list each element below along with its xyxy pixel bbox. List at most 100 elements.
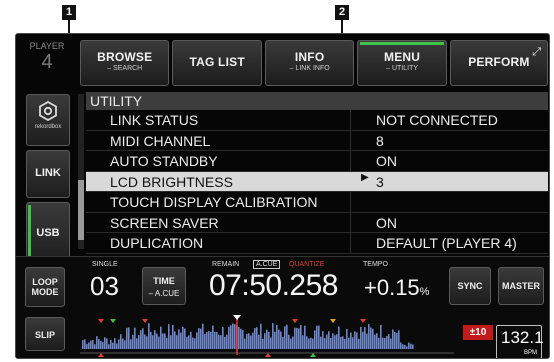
- waveform-bar: [94, 344, 96, 349]
- loop-mode-line2: MODE: [31, 287, 59, 297]
- utility-row-link-status[interactable]: LINK STATUS NOT CONNECTED: [86, 110, 548, 131]
- waveform-bar: [102, 342, 104, 349]
- waveform-bar: [404, 344, 406, 349]
- column-divider: [350, 192, 351, 212]
- top-navigation: BROWSE – SEARCH TAG LIST INFO – LINK INF…: [80, 40, 549, 86]
- waveform-bar: [380, 324, 382, 349]
- waveform-bar: [384, 337, 386, 349]
- column-divider: [350, 212, 351, 232]
- column-divider: [350, 110, 351, 130]
- list-scrollbar[interactable]: [78, 94, 84, 249]
- browse-button[interactable]: BROWSE – SEARCH: [80, 40, 170, 86]
- waveform-bar: [410, 343, 412, 349]
- waveform-bar: [290, 338, 292, 349]
- utility-row-screen-saver[interactable]: SCREEN SAVER ON: [86, 212, 548, 233]
- waveform-bar: [168, 324, 170, 349]
- waveform-bar: [394, 331, 396, 349]
- usb-source-button[interactable]: USB: [26, 202, 70, 264]
- waveform-bar: [268, 331, 270, 349]
- sync-button[interactable]: SYNC: [449, 267, 491, 305]
- menu-button[interactable]: MENU – UTILITY: [357, 40, 447, 86]
- waveform-bar: [374, 334, 376, 349]
- waveform-bar: [122, 338, 124, 349]
- waveform-bar: [412, 344, 414, 349]
- waveform-bar: [332, 333, 334, 349]
- browse-sub: – SEARCH: [107, 65, 143, 72]
- time-label: TIME: [153, 276, 175, 286]
- scrollbar-thumb[interactable]: [78, 180, 84, 240]
- waveform-bar: [294, 327, 296, 349]
- waveform-bar: [248, 333, 250, 349]
- waveform-bar: [266, 329, 268, 349]
- waveform-bar: [322, 331, 324, 349]
- waveform-bar: [280, 331, 282, 349]
- track-number: 03: [90, 271, 119, 301]
- waveform-bar: [96, 336, 98, 349]
- rekordbox-source-button[interactable]: rekordbox: [26, 94, 70, 146]
- link-source-button[interactable]: LINK: [26, 150, 70, 198]
- waveform-bar: [182, 326, 184, 349]
- info-label: INFO: [294, 50, 325, 64]
- row-value: DEFAULT (PLAYER 4): [376, 235, 517, 251]
- info-button[interactable]: INFO – LINK INFO: [264, 40, 355, 86]
- waveform-bar: [148, 323, 150, 349]
- browse-label: BROWSE: [97, 50, 153, 64]
- waveform-bar: [138, 335, 140, 349]
- utility-row-lcd-brightness[interactable]: LCD BRIGHTNESS ▶ 3: [86, 171, 548, 192]
- waveform-bar: [306, 336, 308, 349]
- waveform-bar: [304, 325, 306, 349]
- row-value: NOT CONNECTED: [376, 112, 498, 128]
- waveform-overview[interactable]: [80, 309, 454, 359]
- waveform-bar: [314, 330, 316, 349]
- waveform-bar: [264, 333, 266, 349]
- utility-header: UTILITY: [86, 92, 548, 110]
- player-label: PLAYER: [29, 41, 65, 51]
- utility-row-midi-channel[interactable]: MIDI CHANNEL 8: [86, 130, 548, 151]
- cue-marker-icon: [98, 319, 104, 323]
- waveform-bar: [308, 338, 310, 349]
- waveform-bar: [158, 336, 160, 349]
- waveform-bar: [120, 334, 122, 349]
- playhead-triangle-icon: [233, 315, 241, 320]
- cue-marker-icon: [265, 353, 271, 357]
- utility-row-auto-standby[interactable]: AUTO STANDBY ON: [86, 151, 548, 172]
- waveform-bar: [312, 338, 314, 349]
- waveform-bar: [150, 331, 152, 349]
- waveform-bar: [230, 325, 232, 349]
- row-value: ON: [376, 214, 397, 231]
- waveform-bar: [106, 338, 108, 349]
- waveform-bar: [166, 337, 168, 349]
- perform-button[interactable]: PERFORM ⤢: [449, 40, 549, 86]
- waveform-bar: [276, 325, 278, 349]
- player-number: 4: [41, 51, 53, 73]
- slip-button[interactable]: SLIP: [25, 317, 65, 351]
- waveform-bar: [292, 336, 294, 349]
- waveform-bar: [174, 331, 176, 349]
- master-button[interactable]: MASTER: [498, 267, 544, 305]
- tag-list-button[interactable]: TAG LIST: [172, 40, 262, 86]
- expand-icon: ⤢: [532, 45, 542, 58]
- utility-row-duplication[interactable]: DUPLICATION DEFAULT (PLAYER 4): [86, 233, 548, 254]
- waveform-bar: [272, 323, 274, 349]
- column-divider: [350, 130, 351, 150]
- waveform-bar: [342, 336, 344, 349]
- deck-panel: LOOP MODE SLIP SINGLE 03 TIME – A.CUE RE…: [16, 256, 549, 359]
- waveform-bar: [180, 332, 182, 349]
- utility-row-touch-calibration[interactable]: TOUCH DISPLAY CALIBRATION: [86, 192, 548, 213]
- waveform-bar: [136, 338, 138, 349]
- waveform-bar: [330, 337, 332, 349]
- waveform-bar: [348, 337, 350, 349]
- waveform-bar: [84, 339, 86, 349]
- cue-marker-icon: [142, 319, 148, 323]
- tag-list-label: TAG LIST: [189, 55, 245, 69]
- waveform-bar: [188, 335, 190, 349]
- waveform-bar: [164, 333, 166, 349]
- row-key: SCREEN SAVER: [110, 214, 219, 231]
- time-mode-button[interactable]: TIME – A.CUE: [142, 267, 186, 305]
- waveform-bar: [288, 334, 290, 349]
- callout-1: 1: [62, 5, 76, 20]
- loop-mode-button[interactable]: LOOP MODE: [25, 267, 65, 307]
- row-key: DUPLICATION: [110, 235, 204, 251]
- waveform-bar: [178, 329, 180, 349]
- loop-mode-line1: LOOP: [32, 277, 58, 287]
